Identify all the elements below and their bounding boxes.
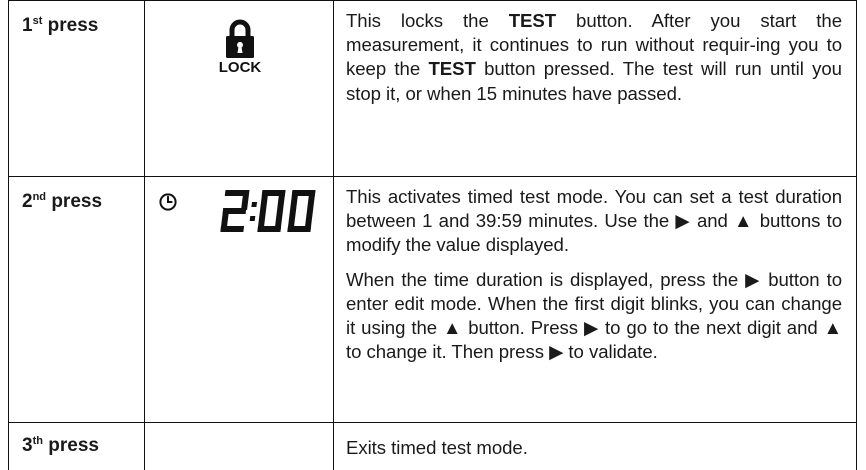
table-row: 2nd press This activates timed test mode… [9, 177, 856, 423]
description-cell: This locks the TEST button. After you st… [334, 1, 856, 176]
description-cell: This activates timed test mode. You can … [334, 177, 856, 422]
press-label: 2nd press [22, 191, 103, 212]
press-label: 3th press [22, 435, 99, 456]
table-row: 3th press Exits timed test mode. [9, 423, 856, 470]
symbol-cell [145, 177, 334, 422]
description-cell: Exits timed test mode. [334, 423, 856, 470]
lock-label: LOCK [219, 59, 262, 73]
press-label: 1st press [22, 15, 99, 36]
table-row: 1st press LOCK This locks the TEST butto… [9, 0, 856, 177]
description-text: Exits timed test mode. [346, 437, 528, 458]
press-cell: 2nd press [9, 177, 145, 422]
symbol-cell [145, 423, 334, 470]
lock-icon: LOCK [219, 19, 262, 73]
description-text: This locks the TEST button. After you st… [346, 10, 842, 104]
symbol-cell: LOCK [145, 1, 334, 176]
description-text: This activates timed test mode. You can … [346, 186, 842, 363]
press-cell: 3th press [9, 423, 145, 470]
press-function-table: 1st press LOCK This locks the TEST butto… [8, 0, 857, 470]
clock-icon [159, 193, 177, 211]
press-cell: 1st press [9, 1, 145, 176]
timer-display [220, 190, 316, 232]
